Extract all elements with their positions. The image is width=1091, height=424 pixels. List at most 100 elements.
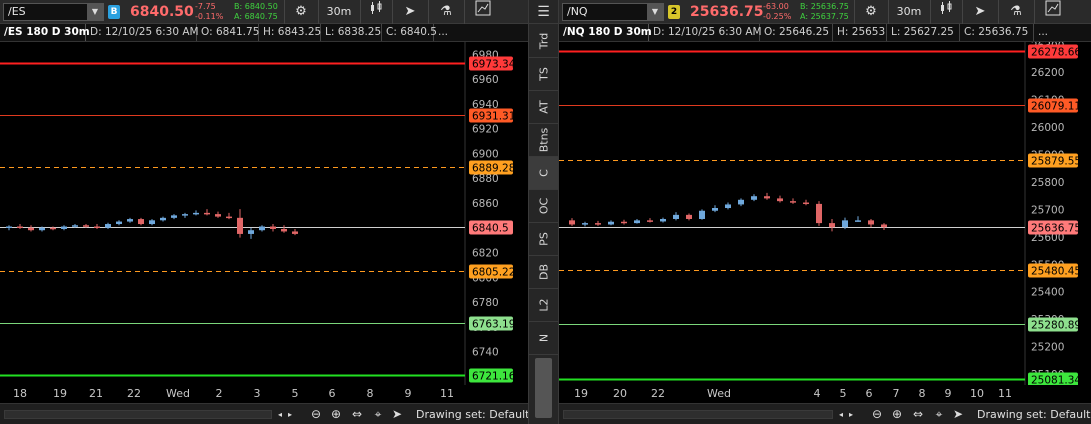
chevron-down-icon[interactable]: ▼ [647, 4, 663, 20]
chevron-down-icon[interactable]: ▼ [87, 4, 103, 20]
candle[interactable] [215, 211, 221, 218]
cursor-tool-icon[interactable]: ➤ [963, 0, 997, 24]
candle[interactable] [259, 225, 265, 232]
candle[interactable] [292, 228, 298, 236]
chart-bottom-bar: ◂ ▸ ⊖ ⊕ ⇔ ⌖ ➤ Drawing set: Default [559, 403, 1091, 424]
candle[interactable] [138, 217, 144, 226]
candle[interactable] [829, 218, 835, 232]
settings-gear-icon[interactable]: ⚙ [855, 0, 887, 24]
sidebar-scrollbar[interactable] [535, 358, 552, 418]
symbol-selector[interactable]: /NQ ▼ [562, 3, 664, 21]
candle[interactable] [105, 222, 111, 229]
candle[interactable] [193, 210, 199, 216]
drawing-set-label[interactable]: Drawing set: Default [977, 404, 1090, 424]
pointer-icon[interactable]: ➤ [389, 404, 405, 424]
crosshair-icon[interactable]: ⌖ [930, 404, 948, 424]
candle[interactable] [248, 227, 254, 239]
candle[interactable] [127, 217, 133, 223]
sidebar-tab-ts[interactable]: TS [529, 58, 558, 91]
cursor-tool-icon[interactable]: ➤ [393, 0, 427, 24]
sidebar-tab-at[interactable]: AT [529, 91, 558, 124]
horizontal-scrollbar[interactable] [4, 410, 272, 419]
candle[interactable] [237, 209, 243, 238]
candle[interactable] [660, 217, 666, 223]
candle[interactable] [881, 223, 887, 230]
candle[interactable] [17, 224, 23, 229]
link-badge[interactable]: 2 [668, 5, 680, 19]
zoom-out-icon[interactable]: ⊖ [868, 404, 886, 424]
expand-horizontal-icon[interactable]: ⇔ [347, 404, 367, 424]
pointer-icon[interactable]: ➤ [950, 404, 966, 424]
candle[interactable] [204, 209, 210, 216]
sidebar-tab-oc[interactable]: OC [529, 190, 558, 223]
studies-flask-icon[interactable]: ⚗ [999, 0, 1033, 24]
candle[interactable] [149, 219, 155, 226]
candle[interactable] [868, 218, 874, 228]
price-chart-nq[interactable]: 2630026200261002600025900258002570025600… [559, 42, 1091, 385]
candle[interactable] [61, 225, 67, 231]
candle[interactable] [182, 212, 188, 218]
candle[interactable] [790, 198, 796, 204]
candle[interactable] [634, 218, 640, 224]
price-chart-es[interactable]: 6980696069406920690068806860684068206800… [0, 42, 528, 385]
scroll-right-icon[interactable]: ▸ [846, 404, 856, 424]
settings-gear-icon[interactable]: ⚙ [285, 0, 317, 24]
sidebar-tab-db[interactable]: DB [529, 256, 558, 289]
zoom-in-icon[interactable]: ⊕ [888, 404, 906, 424]
candle[interactable] [673, 212, 679, 221]
sidebar-tab-c[interactable]: C [529, 157, 558, 190]
candle[interactable] [803, 199, 809, 206]
candle[interactable] [281, 225, 287, 233]
sidebar-tab-trd[interactable]: Trd [529, 25, 558, 58]
scroll-right-icon[interactable]: ▸ [285, 404, 295, 424]
timeframe-button[interactable]: 30m [889, 0, 929, 24]
expand-horizontal-icon[interactable]: ⇔ [908, 404, 928, 424]
candle[interactable] [621, 219, 627, 225]
candle[interactable] [582, 221, 588, 227]
chart-style-icon[interactable] [361, 0, 391, 24]
sidebar-tab-ps[interactable]: PS [529, 223, 558, 256]
candle[interactable] [855, 216, 861, 222]
candle[interactable] [94, 224, 100, 229]
candle[interactable] [270, 224, 276, 232]
zoom-in-icon[interactable]: ⊕ [327, 404, 345, 424]
drawing-tools-icon[interactable] [466, 0, 500, 24]
timeframe-button[interactable]: 30m [319, 0, 359, 24]
candle[interactable] [160, 216, 166, 222]
sidebar-tab-btns[interactable]: Btns [529, 124, 558, 157]
scroll-left-icon[interactable]: ◂ [275, 404, 285, 424]
candle[interactable] [699, 209, 705, 220]
sidebar-tab-l2[interactable]: L2 [529, 289, 558, 322]
crosshair-icon[interactable]: ⌖ [369, 404, 387, 424]
symbol-selector[interactable]: /ES ▼ [3, 3, 104, 21]
info-more[interactable]: ... [1034, 24, 1064, 41]
studies-flask-icon[interactable]: ⚗ [429, 0, 463, 24]
drawing-tools-icon[interactable] [1036, 0, 1070, 24]
sidebar-tab-n[interactable]: N [529, 322, 558, 355]
candle[interactable] [595, 220, 601, 226]
candle[interactable] [28, 225, 34, 232]
candle[interactable] [608, 220, 614, 226]
zoom-out-icon[interactable]: ⊖ [307, 404, 325, 424]
candle[interactable] [6, 225, 12, 231]
info-more[interactable]: ... [434, 24, 470, 41]
menu-icon[interactable]: ☰ [529, 0, 558, 24]
candle[interactable] [751, 194, 757, 202]
candle[interactable] [764, 192, 770, 200]
candle[interactable] [816, 201, 822, 226]
candle[interactable] [647, 218, 653, 223]
candle[interactable] [738, 198, 744, 207]
candle[interactable] [686, 213, 692, 221]
drawing-set-label[interactable]: Drawing set: Default [416, 404, 529, 424]
candle[interactable] [171, 214, 177, 220]
candle[interactable] [777, 195, 783, 203]
chart-style-icon[interactable] [931, 0, 961, 24]
horizontal-scrollbar[interactable] [563, 410, 833, 419]
scroll-left-icon[interactable]: ◂ [836, 404, 846, 424]
link-badge[interactable]: B [108, 5, 120, 19]
candle[interactable] [725, 202, 731, 210]
candle[interactable] [569, 218, 575, 226]
candle[interactable] [226, 212, 232, 220]
candle[interactable] [116, 220, 122, 226]
candle[interactable] [712, 205, 718, 213]
